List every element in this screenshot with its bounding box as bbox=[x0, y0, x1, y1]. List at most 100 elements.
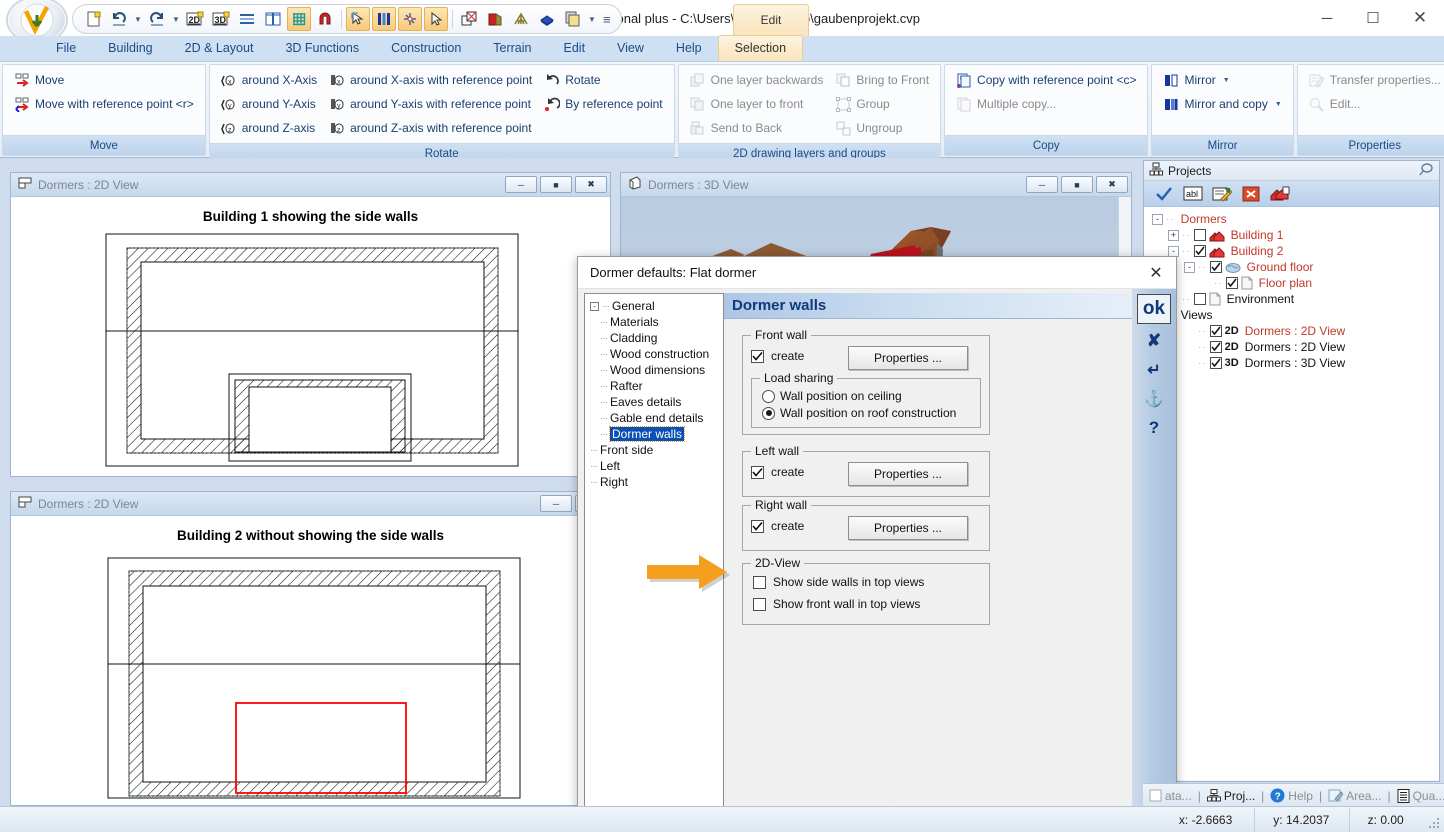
ribbon-tab-terrain[interactable]: Terrain bbox=[477, 35, 547, 61]
project-tree-row[interactable]: - ·· Building 2 bbox=[1146, 243, 1437, 259]
ribbon-item-ungroup[interactable]: Ungroup bbox=[829, 116, 935, 140]
left-wall-create-checkbox[interactable] bbox=[751, 465, 764, 479]
layers-icon[interactable] bbox=[561, 7, 585, 31]
apply-button[interactable]: ↵ bbox=[1147, 360, 1160, 380]
add-building-icon[interactable] bbox=[1270, 185, 1290, 203]
ribbon-item-group[interactable]: Group bbox=[829, 92, 935, 116]
close-button[interactable]: ✕ bbox=[1396, 0, 1444, 36]
bottom-panel-tabs[interactable]: ata...|Proj...|?Help|Area...|Qua...| bbox=[1143, 783, 1444, 807]
mdi-titlebar[interactable]: Dormers : 3D View ─ ■ ✖ bbox=[621, 173, 1131, 197]
dialog-side-buttons[interactable]: ok ✘ ↵ ⚓ ? 3D bbox=[1132, 289, 1176, 815]
roof-red-icon[interactable] bbox=[483, 7, 507, 31]
tree-checkbox[interactable] bbox=[1209, 325, 1222, 337]
ribbon-item-mirror[interactable]: Mirror ▼ bbox=[1157, 68, 1287, 92]
resize-grip[interactable] bbox=[1427, 816, 1441, 830]
ribbon-item-around-x-axis-with-reference-point[interactable]: x around X-axis with reference point bbox=[323, 68, 538, 92]
mdi-titlebar[interactable]: Dormers : 2D View ─ ■ ✖ bbox=[11, 173, 610, 197]
ribbon-item-around-y-axis-with-reference-point[interactable]: y around Y-axis with reference point bbox=[323, 92, 538, 116]
dialog-tree-item-front-side[interactable]: ··· Front side bbox=[588, 442, 720, 458]
ribbon-item-move-with-reference-point-r[interactable]: Move with reference point <r> bbox=[8, 92, 200, 116]
ribbon-tab-3d-functions[interactable]: 3D Functions bbox=[269, 35, 375, 61]
right-wall-create-row[interactable]: create bbox=[751, 519, 804, 533]
3d-view-icon[interactable]: 3D bbox=[209, 7, 233, 31]
ribbon-tab-construction[interactable]: Construction bbox=[375, 35, 477, 61]
radio-wall-position-roof[interactable] bbox=[762, 406, 775, 420]
ok-button[interactable]: ok bbox=[1137, 294, 1171, 324]
mdi-minimize-button[interactable]: ─ bbox=[540, 495, 572, 512]
ribbon-tab-building[interactable]: Building bbox=[92, 35, 168, 61]
magnet-snap-icon[interactable] bbox=[313, 7, 337, 31]
tree-checkbox[interactable] bbox=[1209, 261, 1222, 273]
ribbon-item-around-x-axis[interactable]: x around X-Axis bbox=[215, 68, 323, 92]
ribbon-item-copy-with-reference-point-c[interactable]: Copy with reference point <c> bbox=[950, 68, 1142, 92]
projects-tree[interactable]: - ·· Dormers + ·· Building 1- ·· Building 2- ·· G… bbox=[1144, 207, 1439, 780]
collapse-icon[interactable]: - bbox=[590, 301, 599, 311]
project-tree-row[interactable]: + ·· Building 1 bbox=[1146, 227, 1437, 243]
ribbon-item-one-layer-to-front[interactable]: One layer to front bbox=[684, 92, 830, 116]
ribbon-item-mirror-and-copy[interactable]: Mirror and copy ▼ bbox=[1157, 92, 1287, 116]
pointer-icon[interactable] bbox=[424, 7, 448, 31]
dialog-tree-item-wood-construction[interactable]: ··· Wood construction bbox=[588, 346, 720, 362]
project-tree-row[interactable]: -··Views bbox=[1146, 307, 1437, 323]
front-wall-properties-button[interactable]: Properties ... bbox=[848, 346, 968, 370]
show-front-wall-row[interactable]: Show front wall in top views bbox=[753, 597, 920, 611]
horizontal-split-icon[interactable] bbox=[235, 7, 259, 31]
axis-snap-icon[interactable] bbox=[398, 7, 422, 31]
project-tree-row[interactable]: - ·· Ground floor bbox=[1146, 259, 1437, 275]
radio-wall-position-ceiling[interactable] bbox=[762, 389, 775, 403]
layers-dropdown-caret[interactable]: ▼ bbox=[587, 7, 597, 31]
ribbon-tab-selection[interactable]: Selection bbox=[717, 35, 804, 61]
ribbon-item-multiple-copy[interactable]: Multiple copy... bbox=[950, 92, 1142, 116]
projects-panel[interactable]: Projects abl - ·· Dormers + ·· Building 1- ·· B… bbox=[1143, 160, 1440, 782]
right-wall-create-checkbox[interactable] bbox=[751, 519, 764, 533]
dialog-tree-item-general[interactable]: - ··· General bbox=[588, 298, 720, 314]
chevron-down-icon[interactable]: ▼ bbox=[1275, 101, 1282, 108]
cancel-button[interactable]: ✘ bbox=[1147, 331, 1161, 351]
quick-access-toolbar[interactable]: ▼ ▼ 2D 3D ▼ ≡ bbox=[72, 4, 622, 34]
show-side-walls-checkbox[interactable] bbox=[753, 575, 766, 589]
project-tree-row[interactable]: - ·· Dormers bbox=[1146, 211, 1437, 227]
pin-icon[interactable] bbox=[1419, 162, 1434, 179]
dialog-tree-item-left[interactable]: ··· Left bbox=[588, 458, 720, 474]
ribbon-item-around-z-axis[interactable]: z around Z-axis bbox=[215, 116, 323, 140]
ribbon-item-edit[interactable]: Edit... bbox=[1303, 92, 1444, 116]
redo-dropdown-caret[interactable]: ▼ bbox=[171, 7, 181, 31]
context-tab-edit[interactable]: Edit bbox=[733, 4, 809, 36]
project-tree-row[interactable]: ·· 2D Dormers : 2D View bbox=[1146, 323, 1437, 339]
ribbon-item-move[interactable]: Move bbox=[8, 68, 200, 92]
qat-overflow-button[interactable]: ≡ bbox=[603, 12, 611, 27]
grid-icon[interactable] bbox=[287, 7, 311, 31]
dialog-tree-item-dormer-walls[interactable]: ··· Dormer walls bbox=[588, 426, 720, 442]
properties-icon[interactable] bbox=[1212, 185, 1232, 203]
collapse-icon[interactable]: - bbox=[1184, 261, 1195, 273]
tree-checkbox[interactable] bbox=[1193, 245, 1206, 257]
bottom-tab-qua[interactable]: Qua... bbox=[1393, 785, 1444, 807]
bottom-tab-proj[interactable]: Proj... bbox=[1203, 785, 1259, 807]
delete-icon[interactable] bbox=[1241, 185, 1261, 203]
load-sharing-option-roof[interactable]: Wall position on roof construction bbox=[762, 406, 956, 420]
dialog-tree-item-right[interactable]: ··· Right bbox=[588, 474, 720, 490]
ribbon-item-send-to-back[interactable]: Send to Back bbox=[684, 116, 830, 140]
mdi-minimize-button[interactable]: ─ bbox=[1026, 176, 1058, 193]
object-icon[interactable] bbox=[457, 7, 481, 31]
left-wall-properties-button[interactable]: Properties ... bbox=[848, 462, 968, 486]
ribbon-item-around-z-axis-with-reference-point[interactable]: z around Z-axis with reference point bbox=[323, 116, 538, 140]
show-side-walls-row[interactable]: Show side walls in top views bbox=[753, 575, 924, 589]
mdi-close-button[interactable]: ✖ bbox=[575, 176, 607, 193]
2d-drawing-canvas-2[interactable]: Building 2 without showing the side wall… bbox=[11, 516, 610, 805]
mdi-window-2d-view-2[interactable]: Dormers : 2D View ─ ■ Building 2 without… bbox=[10, 491, 611, 806]
left-wall-create-row[interactable]: create bbox=[751, 465, 804, 479]
dialog-tree-item-wood-dimensions[interactable]: ··· Wood dimensions bbox=[588, 362, 720, 378]
projects-toolbar[interactable]: abl bbox=[1144, 181, 1439, 207]
dialog-tree-item-gable-end-details[interactable]: ··· Gable end details bbox=[588, 410, 720, 426]
dialog-navigation-tree[interactable]: - ··· General ··· Materials ··· Cladding ··· Woo… bbox=[584, 293, 724, 809]
dialog-close-icon[interactable]: ✕ bbox=[1136, 257, 1176, 288]
dialog-titlebar[interactable]: Dormer defaults: Flat dormer ✕ bbox=[578, 257, 1176, 289]
dialog-tree-item-eaves-details[interactable]: ··· Eaves details bbox=[588, 394, 720, 410]
expand-icon[interactable]: + bbox=[1168, 229, 1179, 241]
tree-checkbox[interactable] bbox=[1225, 277, 1238, 289]
undo-icon[interactable] bbox=[107, 7, 131, 31]
ribbon-tab-bar[interactable]: File Building 2D & Layout 3D Functions Const… bbox=[0, 35, 1444, 62]
show-front-wall-checkbox[interactable] bbox=[753, 597, 766, 611]
rename-abl-icon[interactable]: abl bbox=[1183, 185, 1203, 203]
